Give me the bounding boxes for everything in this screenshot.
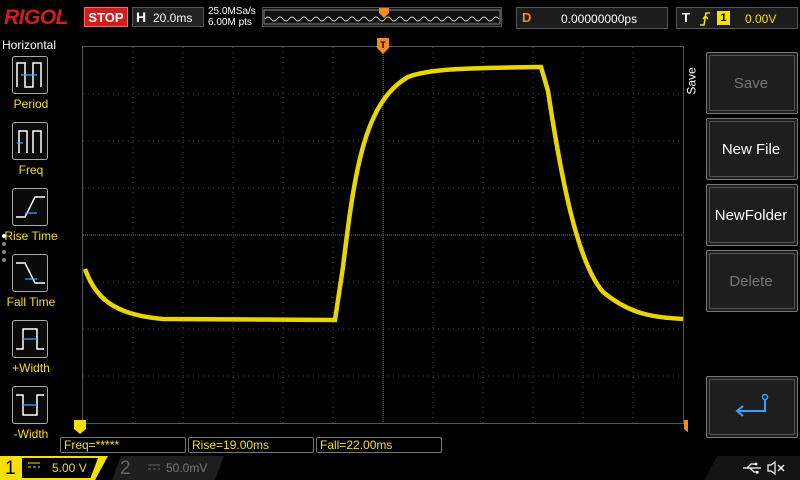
usb-icon [743,462,761,474]
measure-item-freq[interactable]: Freq [0,122,62,184]
sample-rate: 25.0MSa/s [208,6,256,17]
rising-edge-icon [700,12,710,26]
fall-time-button[interactable] [12,254,48,292]
ch1-number: 1 [5,458,16,479]
enter-arrow-icon [735,393,769,417]
plus-width-button[interactable] [12,320,48,358]
save-button[interactable]: Save [706,52,798,114]
ch1-tab[interactable]: 1 5.00 V [0,456,108,480]
trigger-box[interactable]: T 1 0.00V [676,7,798,29]
menu-tab-label: Save [684,67,699,95]
memory-overview[interactable] [262,7,502,27]
ch1-scale: 5.00 V [52,461,87,475]
delete-label: Delete [729,273,773,290]
speaker-muted-icon[interactable] [766,460,786,476]
trigger-time-marker-icon[interactable]: T [377,38,389,54]
ch1-waveform [83,64,683,323]
minus-width-button[interactable] [12,386,48,424]
measure-label: Rise Time [4,229,58,243]
save-label: Save [733,75,769,92]
save-menu: Save Save New File NewFolder Delete [684,36,800,454]
freq-button[interactable] [12,122,48,160]
delay-box[interactable]: D 0.00000000ps [516,7,668,29]
measure-item-rise-time[interactable]: Rise Time [0,188,62,250]
status-icons [704,456,800,480]
minus-width-icon [16,394,44,416]
measure-label: -Width [13,427,49,441]
top-status-bar: RIGOL STOP H 20.0ms 25.0MSa/s 6.00M pts … [0,0,800,36]
trigger-position-marker-icon [379,8,389,18]
measure-panel: Horizontal Period Freq Rise Time Fall Ti… [0,36,62,454]
new-file-label: New File [721,141,781,158]
menu-tab: Save [684,36,704,136]
panel-title: Horizontal [2,38,57,52]
run-stop-button[interactable]: STOP [84,7,128,27]
delay-letter: D [522,10,532,25]
new-folder-button[interactable]: NewFolder [706,184,798,246]
plus-width-icon [16,328,44,350]
dc-coupling-icon [28,462,40,468]
waveform-display[interactable] [82,46,684,424]
measure-item-fall-time[interactable]: Fall Time [0,254,62,316]
ch2-number: 2 [120,458,131,479]
trigger-letter: T [682,10,690,25]
freq-result[interactable]: Freq=***** [60,437,186,453]
measure-label: +Width [12,361,50,375]
measure-label: Freq [18,163,44,177]
freq-icon [17,130,42,153]
rise-time-button[interactable] [12,188,48,226]
timebase-value: 20.0ms [153,11,193,25]
ch2-tab[interactable]: 2 50.0mV [112,456,224,480]
delete-button[interactable]: Delete [706,250,798,312]
rise-result[interactable]: Rise=19.00ms [188,437,314,453]
measure-item-plus-width[interactable]: +Width [0,320,62,382]
memory-depth: 6.00M pts [208,17,252,28]
trigger-source: 1 [717,11,730,25]
measure-item-minus-width[interactable]: -Width [0,386,62,448]
ch1-scale-box: 5.00 V [22,458,98,478]
fall-time-icon [16,262,45,284]
brand-logo: RIGOL [4,6,69,29]
fall-result[interactable]: Fall=22.00ms [316,437,442,453]
enter-button[interactable] [706,376,798,438]
measure-label: Fall Time [6,295,56,309]
rise-time-icon [16,196,45,218]
measure-item-period[interactable]: Period [0,56,62,118]
new-folder-label: NewFolder [714,207,788,224]
period-icon [16,62,42,88]
ch1-ground-marker-icon[interactable] [74,420,86,434]
ch2-scale: 50.0mV [166,461,208,475]
delay-value: 0.00000000ps [561,12,638,26]
acquisition-info: 25.0MSa/s 6.00M pts [208,6,256,28]
dc-coupling-icon [148,464,160,470]
new-file-button[interactable]: New File [706,118,798,180]
svg-text:T: T [380,40,386,50]
timebase-letter: H [136,9,147,25]
trigger-level: 0.00V [745,12,777,26]
measure-label: Period [13,97,49,111]
timebase-box[interactable]: H 20.0ms [132,7,204,27]
period-button[interactable] [12,56,48,94]
channel-bar: 1 5.00 V 2 50.0mV [0,456,800,480]
